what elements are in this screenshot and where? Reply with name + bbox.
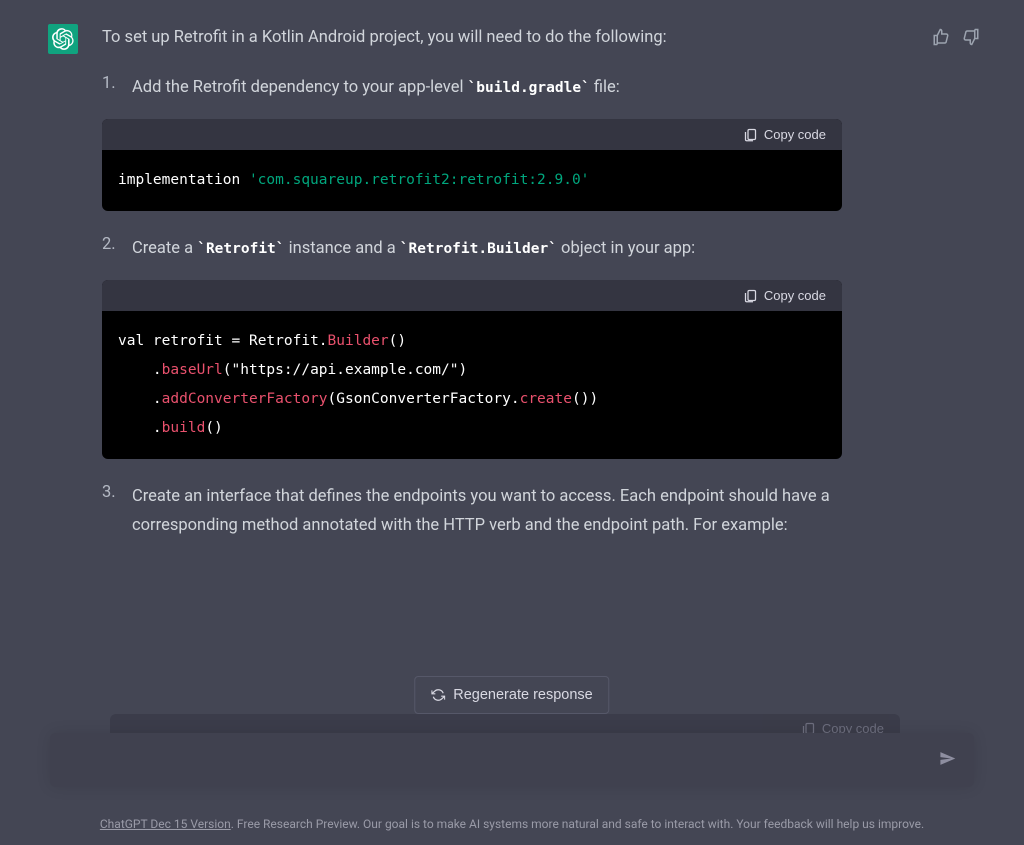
send-icon — [939, 750, 956, 767]
message-content: To set up Retrofit in a Kotlin Android p… — [102, 24, 902, 565]
code-body: val retrofit = Retrofit.Builder() .baseU… — [102, 311, 842, 459]
step-2-text: Create a `Retrofit` instance and a `Retr… — [132, 235, 842, 264]
assistant-message: To set up Retrofit in a Kotlin Android p… — [0, 0, 1024, 565]
assistant-avatar — [48, 24, 78, 54]
message-input[interactable] — [66, 751, 924, 769]
steps-list: Add the Retrofit dependency to your app-… — [102, 74, 842, 541]
step-3-text: Create an interface that defines the end… — [132, 483, 842, 541]
clipboard-icon — [743, 288, 758, 303]
inline-code: `Retrofit` — [197, 241, 284, 257]
code-block-2: Copy code val retrofit = Retrofit.Builde… — [102, 280, 842, 459]
step-2: Create a `Retrofit` instance and a `Retr… — [102, 235, 842, 459]
footer-disclaimer: . Free Research Preview. Our goal is to … — [231, 817, 924, 831]
inline-code: `build.gradle` — [468, 80, 590, 96]
thumbs-up-icon — [932, 28, 950, 46]
code-header: Copy code — [102, 119, 842, 150]
footer: ChatGPT Dec 15 Version. Free Research Pr… — [20, 817, 1004, 831]
code-body: implementation 'com.squareup.retrofit2:r… — [102, 150, 842, 211]
version-link[interactable]: ChatGPT Dec 15 Version — [100, 817, 231, 831]
feedback-buttons — [932, 28, 980, 46]
step-1: Add the Retrofit dependency to your app-… — [102, 74, 842, 211]
refresh-icon — [431, 688, 445, 702]
copy-code-button[interactable]: Copy code — [743, 288, 826, 303]
message-input-container — [50, 733, 974, 787]
thumbs-up-button[interactable] — [932, 28, 950, 46]
code-block-1: Copy code implementation 'com.squareup.r… — [102, 119, 842, 211]
thumbs-down-icon — [962, 28, 980, 46]
copy-code-button[interactable]: Copy code — [743, 127, 826, 142]
send-button[interactable] — [935, 746, 960, 774]
inline-code: `Retrofit.Builder` — [400, 241, 557, 257]
intro-text: To set up Retrofit in a Kotlin Android p… — [102, 24, 842, 52]
step-1-text: Add the Retrofit dependency to your app-… — [132, 74, 842, 103]
code-header: Copy code — [102, 280, 842, 311]
regenerate-button[interactable]: Regenerate response — [414, 676, 609, 714]
step-3: Create an interface that defines the end… — [102, 483, 842, 541]
openai-logo-icon — [52, 28, 74, 50]
thumbs-down-button[interactable] — [962, 28, 980, 46]
clipboard-icon — [743, 127, 758, 142]
